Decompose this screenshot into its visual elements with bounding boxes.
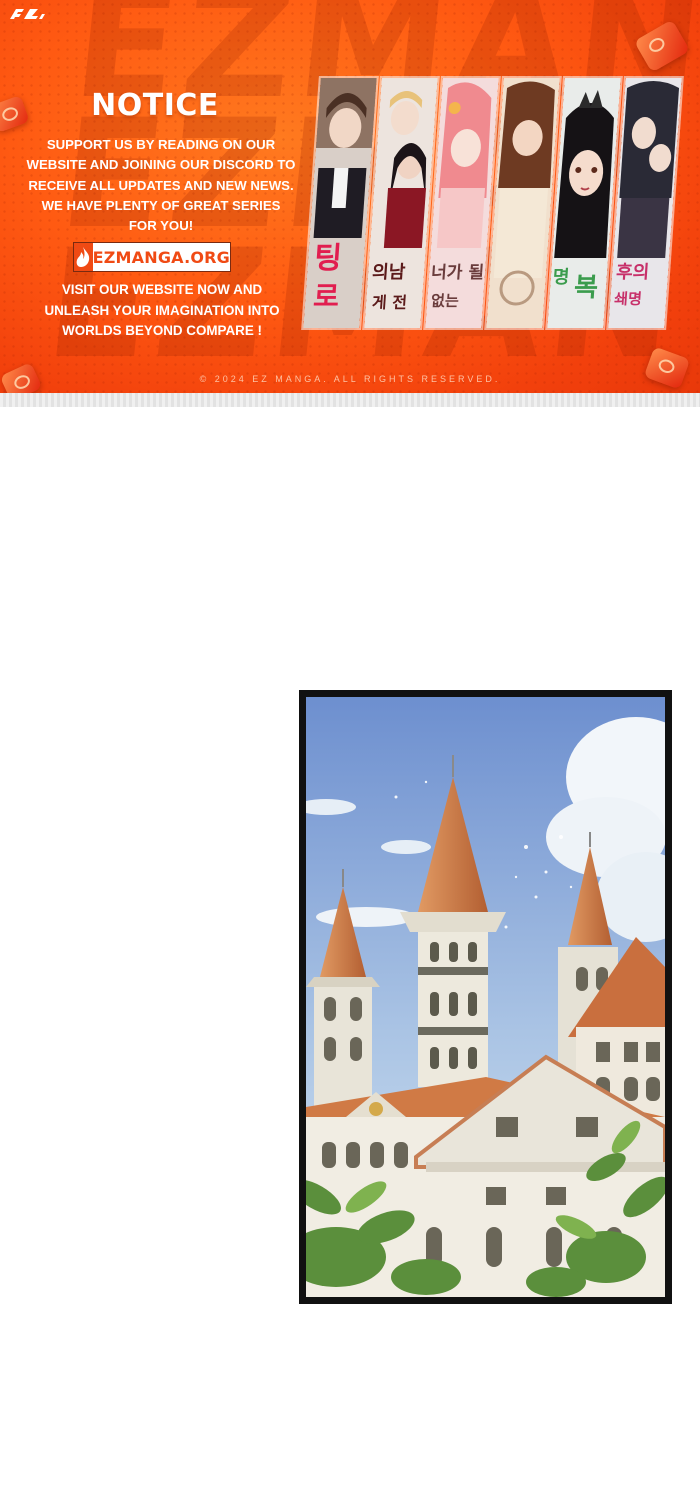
site-link-badge[interactable]: EZMANGA.ORG	[73, 242, 231, 272]
notice-body-line: WE HAVE PLENTY OF GREAT SERIES	[41, 197, 281, 213]
svg-text:쇄명: 쇄명	[614, 290, 643, 308]
svg-text:의남: 의남	[371, 262, 406, 283]
castle-illustration	[306, 697, 665, 1297]
series-cover[interactable]: 후의 쇄명	[608, 78, 682, 328]
notice-body-line: RECEIVE ALL UPDATES AND NEW NEWS.	[28, 177, 294, 193]
notice-body: SUPPORT US BY READING ON OUR WEBSITE AND…	[20, 135, 302, 236]
notice-title: NOTICE	[91, 88, 219, 123]
copyright-text: © 2024 EZ MANGA. ALL RIGHTS RESERVED.	[199, 374, 501, 384]
series-cover[interactable]: 너가 될 없는	[425, 78, 499, 328]
notice-banner: EZMAN EZMAN EZMAN NOTICE SUPPORT US BY R…	[0, 0, 700, 395]
ez-corner-logo-icon	[10, 9, 45, 19]
series-cover[interactable]: 의남 게 전	[364, 78, 438, 328]
series-cover[interactable]	[486, 78, 560, 328]
comic-panel	[299, 690, 672, 1304]
notice-cta-line: VISIT OUR WEBSITE NOW AND	[61, 282, 263, 297]
svg-text:후의: 후의	[615, 262, 650, 283]
svg-text:로: 로	[312, 280, 340, 313]
notice-cta-line: WORLDS BEYOND COMPARE !	[62, 323, 262, 339]
series-cover[interactable]: 팅 로	[303, 78, 377, 328]
banner-torn-edge	[0, 393, 700, 407]
svg-text:복: 복	[573, 273, 599, 303]
svg-text:게 전: 게 전	[371, 293, 407, 312]
svg-text:명: 명	[552, 267, 570, 288]
notice-body-line: SUPPORT US BY READING ON OUR	[46, 137, 276, 152]
site-link-label: EZMANGA.ORG	[92, 247, 230, 267]
svg-text:팅: 팅	[313, 241, 343, 276]
svg-text:너가 될: 너가 될	[430, 263, 484, 283]
notice-cta: VISIT OUR WEBSITE NOW AND UNLEASH YOUR I…	[20, 280, 304, 342]
flame-logo-icon	[74, 243, 93, 271]
notice-body-line: WEBSITE AND JOINING OUR DISCORD TO	[26, 157, 296, 173]
series-cover[interactable]: 명 복	[547, 78, 621, 328]
notice-body-line: FOR YOU!	[128, 218, 194, 234]
svg-text:없는: 없는	[431, 292, 460, 310]
notice-cta-line: UNLEASH YOUR IMAGINATION INTO	[44, 302, 280, 318]
series-covers: 팅 로 의남 게 전 너가 될 없는 명 복 후의 쇄명	[303, 78, 682, 328]
